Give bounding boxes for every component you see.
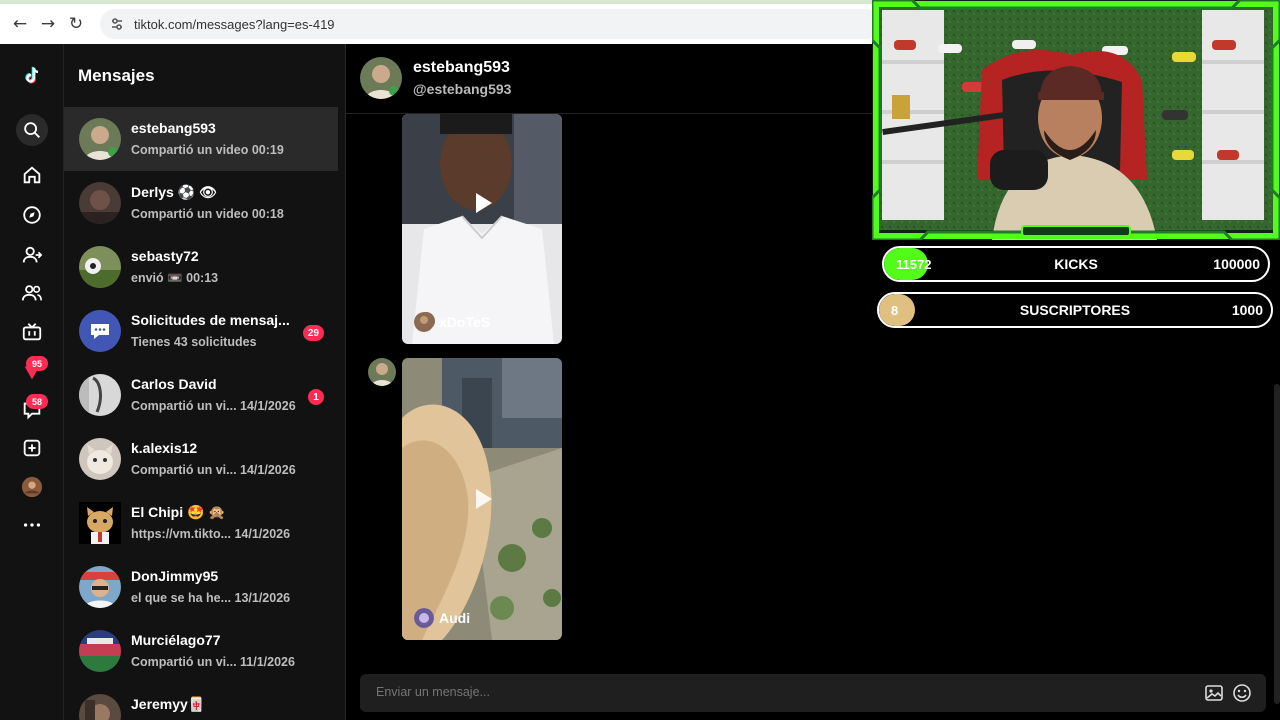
subs-label: SUSCRIPTORES [1019, 302, 1131, 318]
webcam-overlay [872, 0, 1280, 240]
avatar [79, 246, 121, 288]
avatar[interactable] [368, 358, 396, 386]
unread-badge: 29 [302, 325, 324, 341]
site-settings-icon[interactable] [110, 17, 124, 31]
avatar [79, 182, 121, 224]
conversation-name: DonJimmy95 [131, 568, 219, 584]
requests-icon [79, 310, 121, 352]
back-icon[interactable]: ← [8, 12, 32, 36]
conversation-name: Derlys ⚽ 👁 [131, 184, 217, 200]
conversation-item[interactable]: Murciélago77 Compartió un vi... 11/1/202… [64, 619, 338, 683]
conversation-name: Murciélago77 [131, 632, 221, 648]
following-icon[interactable] [16, 239, 48, 271]
nav-rail: 95 58 [0, 44, 64, 720]
forward-icon[interactable]: → [36, 12, 60, 36]
image-upload-icon[interactable] [1204, 683, 1224, 703]
conversation-item[interactable]: Derlys ⚽ 👁 Compartió un video 00:18 [64, 171, 338, 235]
avatar [79, 566, 121, 608]
avatar [79, 374, 121, 416]
subs-goal-value: 1000 [1231, 302, 1263, 318]
kicks-goal-meter: 11572 KICKS 100000 [882, 246, 1270, 282]
avatar [79, 630, 121, 672]
address-bar[interactable]: tiktok.com/messages?lang=es-419 [100, 9, 880, 39]
chat-scrollbar[interactable] [1274, 384, 1280, 704]
conversation-item[interactable]: estebang593 Compartió un video 00:19 [64, 107, 338, 171]
conversation-name: Jeremyy🀄 [131, 696, 206, 712]
conversation-snippet: Compartió un video 00:18 [131, 207, 284, 221]
conversation-snippet: Compartió un video 00:19 [131, 143, 284, 157]
avatar [79, 438, 121, 480]
conversation-snippet: Compartió un vi... 14/1/2026 [131, 399, 296, 413]
video-author[interactable]: xDoTeS [414, 312, 490, 332]
reload-icon[interactable]: ↻ [64, 12, 88, 36]
unread-badge: 1 [308, 389, 324, 405]
kicks-goal-value: 100000 [1213, 256, 1260, 272]
message-requests-item[interactable]: Solicitudes de mensaj... Tienes 43 solic… [64, 299, 338, 363]
message-composer [360, 674, 1266, 712]
conversation-name: sebasty72 [131, 248, 199, 264]
conversation-item[interactable]: k.alexis12 Compartió un vi... 14/1/2026 [64, 427, 338, 491]
conversation-name: Solicitudes de mensaj... [131, 312, 290, 328]
conversation-snippet: Tienes 43 solicitudes [131, 335, 257, 349]
live-icon[interactable] [16, 316, 48, 348]
emoji-icon[interactable] [1232, 683, 1252, 703]
conversation-item[interactable]: sebasty72 envió 📼 00:13 [64, 235, 338, 299]
conversation-list: Mensajes estebang593 Compartió un video … [64, 44, 346, 720]
conversation-name: Carlos David [131, 376, 217, 392]
profile-avatar[interactable] [16, 471, 48, 503]
shared-video-card[interactable]: Audi [402, 358, 562, 640]
avatar[interactable] [360, 57, 402, 99]
kicks-label: KICKS [1054, 256, 1098, 272]
tiktok-logo-icon[interactable] [16, 60, 48, 92]
conversation-item[interactable]: El Chipi 🤩 🙊 https://vm.tikto... 14/1/20… [64, 491, 338, 555]
home-icon[interactable] [16, 159, 48, 191]
explore-icon[interactable] [16, 199, 48, 231]
conversation-snippet: envió 📼 00:13 [131, 271, 219, 285]
url-text: tiktok.com/messages?lang=es-419 [134, 16, 335, 32]
conversation-snippet: el que se ha he... 13/1/2026 [131, 591, 291, 605]
chat-header-name[interactable]: estebang593 [413, 59, 510, 77]
avatar [414, 312, 434, 332]
upload-icon[interactable] [16, 432, 48, 464]
avatar [414, 608, 434, 628]
messages-title: Mensajes [78, 66, 155, 85]
screen: ← → ↻ tiktok.com/messages?lang=es-419 95… [0, 0, 1280, 720]
conversation-item[interactable]: Carlos David Compartió un vi... 14/1/202… [64, 363, 338, 427]
browser-toolbar: ← → ↻ tiktok.com/messages?lang=es-419 [0, 0, 880, 44]
conversation-snippet: Compartió un vi... 14/1/2026 [131, 463, 296, 477]
conversation-item[interactable]: DonJimmy95 el que se ha he... 13/1/2026 [64, 555, 338, 619]
subs-goal-meter: 8 SUSCRIPTORES 1000 [877, 292, 1273, 328]
avatar [79, 694, 121, 720]
conversation-snippet: https://vm.tikto... 14/1/2026 [131, 527, 291, 541]
video-author-name: xDoTeS [439, 314, 491, 330]
video-thumbnail [402, 114, 562, 344]
conversation-name: El Chipi 🤩 🙊 [131, 504, 226, 520]
activity-badge: 95 [26, 356, 48, 371]
search-icon[interactable] [16, 114, 48, 146]
chat-header-handle: @estebang593 [413, 81, 512, 97]
conversation-item[interactable]: Jeremyy🀄 [64, 683, 338, 720]
video-author[interactable]: Audi [414, 608, 470, 628]
friends-icon[interactable] [16, 277, 48, 309]
avatar [79, 502, 121, 544]
message-input[interactable] [376, 685, 1176, 699]
avatar [79, 118, 121, 160]
shared-video-card[interactable]: xDoTeS [402, 114, 562, 344]
conversation-name: k.alexis12 [131, 440, 198, 456]
conversation-name: estebang593 [131, 120, 216, 136]
video-author-name: Audi [439, 610, 471, 626]
play-icon[interactable] [470, 190, 496, 216]
play-icon[interactable] [470, 486, 496, 512]
inbox-badge: 58 [26, 394, 48, 409]
more-icon[interactable] [16, 509, 48, 541]
conversation-snippet: Compartió un vi... 11/1/2026 [131, 655, 295, 669]
